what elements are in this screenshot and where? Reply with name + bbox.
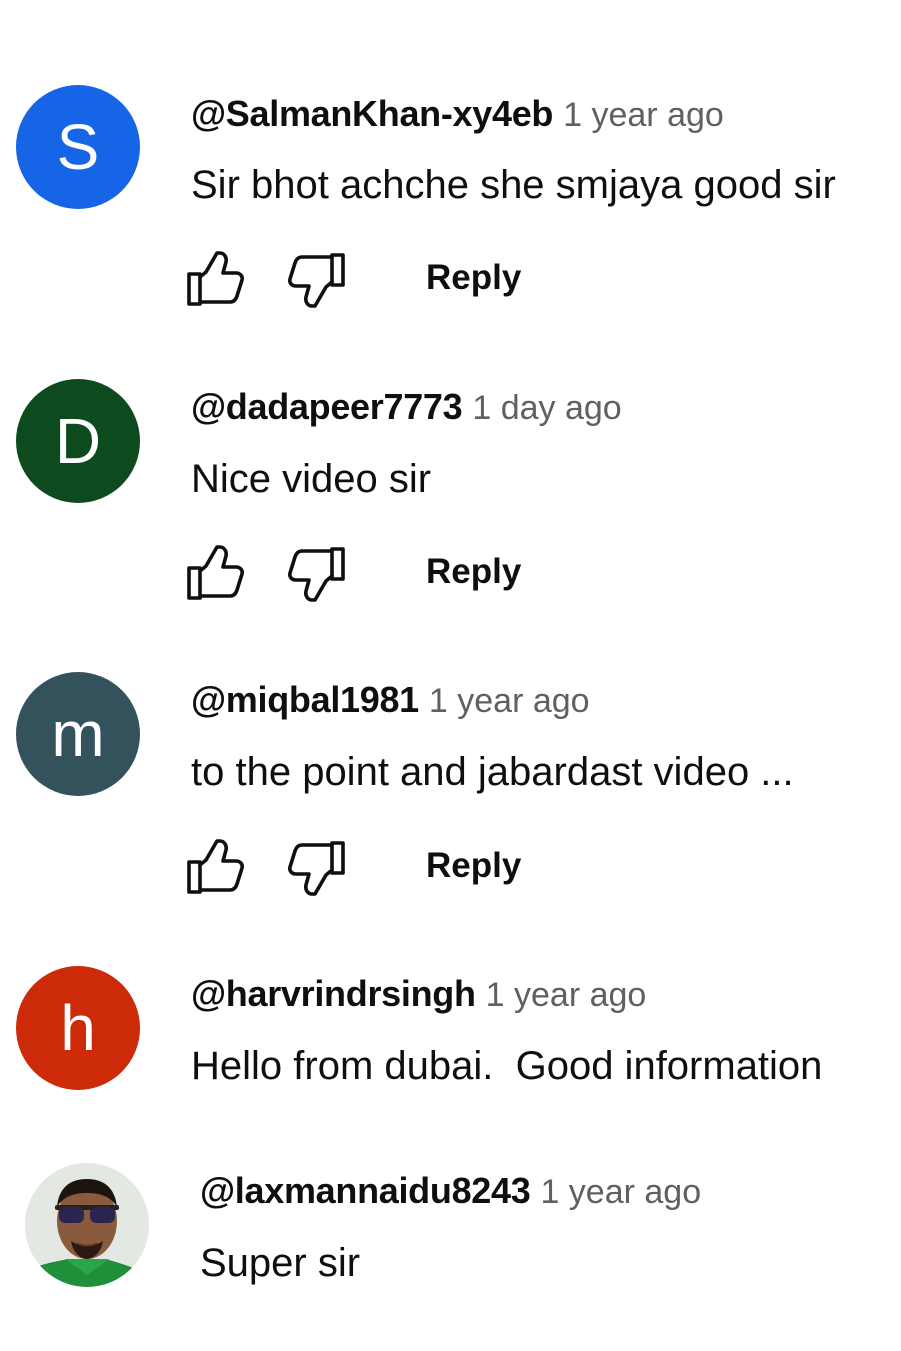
- comment-text: Super sir: [200, 1241, 361, 1285]
- comment-timestamp[interactable]: 1 day ago: [472, 389, 621, 427]
- reply-button[interactable]: Reply: [426, 848, 521, 883]
- avatar[interactable]: h: [16, 966, 140, 1090]
- thumbs-up-icon[interactable]: [186, 250, 246, 310]
- comment-header: @harvrindrsingh 1 year ago: [191, 973, 647, 1014]
- comment-author[interactable]: @miqbal1981: [191, 679, 419, 720]
- thumbs-down-icon[interactable]: [286, 838, 346, 898]
- avatar[interactable]: D: [16, 379, 140, 503]
- comment-header: @laxmannaidu8243 1 year ago: [200, 1170, 701, 1211]
- comment-actions: Reply: [186, 544, 586, 604]
- thumbs-down-icon[interactable]: [286, 544, 346, 604]
- avatar[interactable]: m: [16, 672, 140, 796]
- thumbs-down-icon[interactable]: [286, 250, 346, 310]
- thumbs-up-icon[interactable]: [186, 838, 246, 898]
- comment-actions: Reply: [186, 250, 586, 310]
- comment-timestamp[interactable]: 1 year ago: [540, 1173, 701, 1211]
- comment-actions: Reply: [186, 838, 586, 898]
- user-photo: [25, 1163, 149, 1287]
- comment-header: @dadapeer7773 1 day ago: [191, 386, 622, 427]
- comment-timestamp[interactable]: 1 year ago: [429, 682, 590, 720]
- comment-author[interactable]: @harvrindrsingh: [191, 973, 476, 1014]
- thumbs-up-icon[interactable]: [186, 544, 246, 604]
- comment-author[interactable]: @laxmannaidu8243: [200, 1170, 531, 1211]
- comment-timestamp[interactable]: 1 year ago: [486, 976, 647, 1014]
- comment-timestamp[interactable]: 1 year ago: [563, 96, 724, 134]
- reply-button[interactable]: Reply: [426, 260, 521, 295]
- avatar[interactable]: [25, 1163, 149, 1287]
- comment-text: to the point and jabardast video ...: [191, 750, 794, 794]
- comment-header: @SalmanKhan-xy4eb 1 year ago: [191, 93, 724, 134]
- comment-author[interactable]: @SalmanKhan-xy4eb: [191, 93, 553, 134]
- reply-button[interactable]: Reply: [426, 554, 521, 589]
- comment-text: Sir bhot achche she smjaya good sir: [191, 163, 836, 207]
- comment-text: Hello from dubai. Good information: [191, 1044, 823, 1088]
- comment-author[interactable]: @dadapeer7773: [191, 386, 463, 427]
- avatar[interactable]: S: [16, 85, 140, 209]
- comment-text: Nice video sir: [191, 457, 432, 501]
- comment-header: @miqbal1981 1 year ago: [191, 679, 590, 720]
